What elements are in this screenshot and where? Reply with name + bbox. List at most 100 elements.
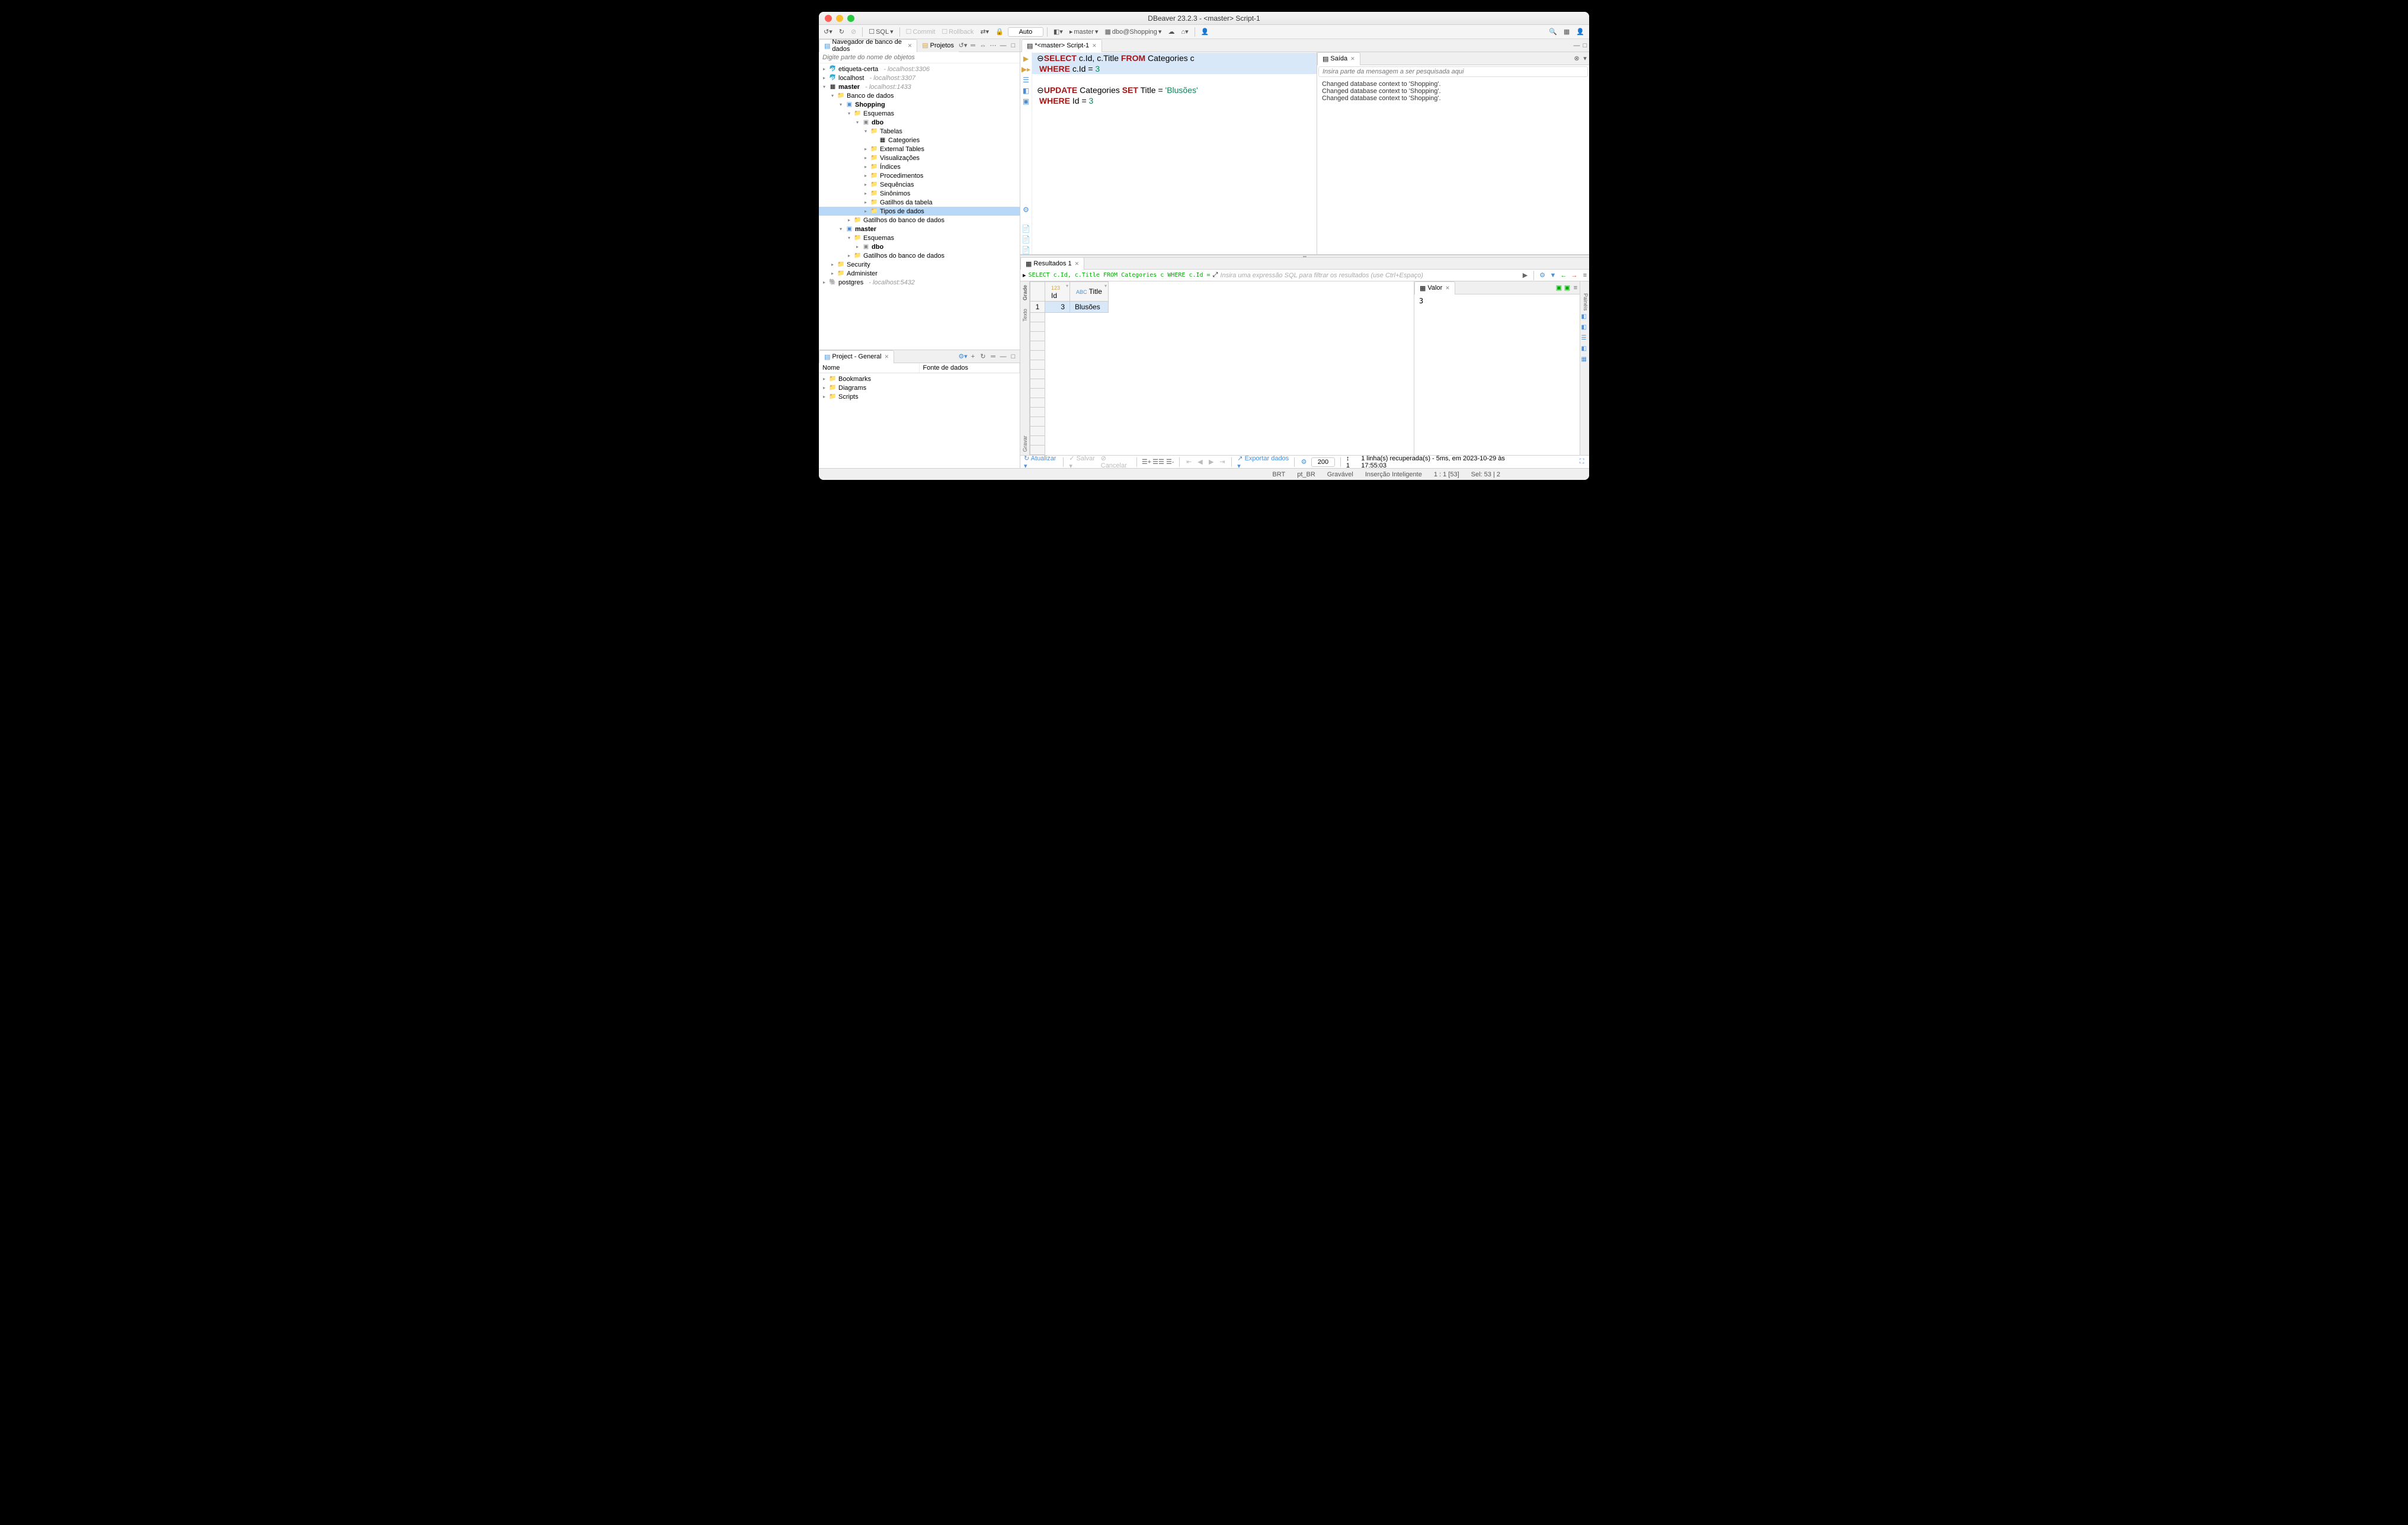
- rownum-header[interactable]: [1030, 282, 1045, 302]
- filter-icon[interactable]: ▼: [1549, 271, 1557, 280]
- close-icon[interactable]: ✕: [1445, 285, 1450, 291]
- chevron-down-icon[interactable]: ▾: [1581, 55, 1589, 63]
- table-row[interactable]: 1 3 Blusões: [1030, 302, 1109, 313]
- tree-item-master2[interactable]: ▾▣master: [819, 225, 1020, 233]
- sql-editor[interactable]: ⊖SELECT c.Id, c.Title FROM Categories c …: [1032, 52, 1317, 254]
- tree-item-synonyms[interactable]: ▸📁Sinônimos: [819, 189, 1020, 198]
- tree-item-shopping[interactable]: ▾▣Shopping: [819, 100, 1020, 109]
- close-icon[interactable]: ✕: [1350, 56, 1355, 62]
- run-icon[interactable]: ▶: [1023, 55, 1029, 63]
- sql-button[interactable]: ☐ SQL ▾: [866, 27, 895, 37]
- col-title[interactable]: ABC Title▾: [1070, 282, 1109, 302]
- nav-fwd-button[interactable]: ↻: [837, 27, 847, 37]
- tree-item-localhost[interactable]: ▸🐬localhost - localhost:3307: [819, 73, 1020, 82]
- filter-placeholder[interactable]: Insira uma expressão SQL para filtrar os…: [1220, 272, 1519, 279]
- add-icon[interactable]: +: [969, 353, 977, 361]
- tree-item-administer[interactable]: ▸📁Administer: [819, 269, 1020, 278]
- edit-icon[interactable]: ▣: [1563, 284, 1571, 292]
- commit-mode-input[interactable]: [1008, 27, 1043, 37]
- next-icon[interactable]: ▶: [1208, 458, 1215, 466]
- paineis-label[interactable]: Painéis: [1581, 293, 1589, 300]
- cancel-button[interactable]: ⊘ Cancelar: [1101, 454, 1131, 468]
- tree-item-procs[interactable]: ▸📁Procedimentos: [819, 171, 1020, 180]
- col-name[interactable]: Nome: [819, 363, 920, 373]
- txn-button[interactable]: ⇄▾: [978, 27, 991, 37]
- menu-icon[interactable]: ⋯: [989, 41, 997, 50]
- tab-gravar[interactable]: Gravar: [1022, 435, 1028, 452]
- close-icon[interactable]: [825, 15, 832, 22]
- save-icon[interactable]: ▣: [1555, 284, 1563, 292]
- col-id[interactable]: 123 Id▾: [1045, 282, 1070, 302]
- tree-item-db-triggers2[interactable]: ▸📁Gatilhos do banco de dados: [819, 251, 1020, 260]
- search-button[interactable]: 🔍: [1546, 27, 1560, 37]
- tab-projects[interactable]: ▤ Projetos: [917, 39, 959, 52]
- cloud-button[interactable]: ☁: [1165, 27, 1177, 37]
- minimize-icon[interactable]: —: [999, 353, 1007, 361]
- panel-icon[interactable]: ▦: [1581, 356, 1589, 363]
- perspective-button[interactable]: ▦: [1561, 27, 1572, 37]
- tree-item-categories[interactable]: ▦Categories: [819, 136, 1020, 145]
- export-button[interactable]: ↗ Exportar dados ▾: [1237, 454, 1289, 469]
- avatar-button[interactable]: 👤: [1574, 27, 1587, 37]
- project-scripts[interactable]: ▸📁Scripts: [819, 392, 1020, 401]
- maximize-icon[interactable]: □: [1581, 41, 1589, 50]
- lock-button[interactable]: 🔒: [993, 27, 1006, 37]
- clear-icon[interactable]: ⊗: [1573, 55, 1581, 63]
- close-icon[interactable]: ✕: [1075, 261, 1080, 267]
- tab-navigator[interactable]: ▤ Navegador de banco de dados ✕: [819, 39, 917, 52]
- tree-item-postgres[interactable]: ▸🐘postgres - localhost:5432: [819, 278, 1020, 287]
- more-icon[interactable]: ≡: [1571, 284, 1580, 292]
- tree-item-indices[interactable]: ▸📁Índices: [819, 162, 1020, 171]
- tree-item-bancos[interactable]: ▾📁Banco de dados: [819, 91, 1020, 100]
- conn-select[interactable]: ▸ master ▾: [1067, 27, 1101, 37]
- stop-button[interactable]: ⊘: [848, 27, 859, 37]
- panel-icon[interactable]: ◧: [1581, 313, 1589, 321]
- maximize-icon[interactable]: □: [1009, 353, 1017, 361]
- rownum-cell[interactable]: 1: [1030, 302, 1045, 313]
- project-diagrams[interactable]: ▸📁Diagrams: [819, 383, 1020, 392]
- expand-icon[interactable]: ⤢: [1213, 271, 1218, 279]
- doc-icon[interactable]: 📄: [1022, 225, 1030, 233]
- tree-item-esquemas2[interactable]: ▾📁Esquemas: [819, 233, 1020, 242]
- tree-item-seqs[interactable]: ▸📁Sequências: [819, 180, 1020, 189]
- maximize-icon[interactable]: □: [1009, 41, 1017, 50]
- conn-type-button[interactable]: ◧▾: [1051, 27, 1065, 37]
- save-button[interactable]: ✓ Salvar ▾: [1069, 454, 1097, 469]
- tree-item-datatypes[interactable]: ▸📁Tipos de dados: [819, 207, 1020, 216]
- gear-icon[interactable]: ⚙▾: [959, 353, 967, 361]
- tree-item-master[interactable]: ▾▦master - localhost:1433: [819, 82, 1020, 91]
- maximize-icon[interactable]: [847, 15, 854, 22]
- tab-script[interactable]: ▤ *<master> Script-1 ✕: [1022, 39, 1102, 52]
- refresh-icon[interactable]: ↺▾: [959, 41, 967, 50]
- minimize-icon[interactable]: [836, 15, 843, 22]
- maximize-icon[interactable]: ⛶: [1578, 458, 1586, 466]
- collapse-icon[interactable]: ═: [969, 41, 977, 50]
- nav-back-button[interactable]: ↺▾: [821, 27, 835, 37]
- tab-output[interactable]: ▤ Saída ✕: [1317, 52, 1360, 65]
- gear-icon[interactable]: ⚙: [1023, 206, 1029, 214]
- tab-texto[interactable]: Texto: [1022, 309, 1028, 322]
- close-icon[interactable]: ✕: [1092, 43, 1097, 49]
- col-source[interactable]: Fonte de dados: [920, 363, 1020, 373]
- apply-filter-icon[interactable]: ▶: [1521, 271, 1529, 280]
- tree-filter-input[interactable]: [819, 52, 1020, 63]
- value-content[interactable]: 3: [1414, 294, 1580, 307]
- tab-grade[interactable]: Grade: [1022, 285, 1028, 300]
- commit-button[interactable]: ☐ Commit: [904, 27, 938, 37]
- output-search-input[interactable]: [1318, 66, 1588, 77]
- collapse-icon[interactable]: ═: [989, 353, 997, 361]
- panel-icon[interactable]: ◧: [1581, 345, 1589, 353]
- tab-value[interactable]: ▦ Valor ✕: [1414, 281, 1455, 294]
- del-row-icon[interactable]: ☰-: [1166, 458, 1174, 466]
- tree-item-ext-tables[interactable]: ▸📁External Tables: [819, 145, 1020, 153]
- explain-icon[interactable]: ☰: [1023, 76, 1029, 84]
- refresh-icon[interactable]: ↻: [979, 353, 987, 361]
- minimize-icon[interactable]: —: [999, 41, 1007, 50]
- rows-input[interactable]: [1311, 457, 1335, 467]
- plan-icon[interactable]: ◧: [1023, 86, 1029, 95]
- close-icon[interactable]: ✕: [908, 43, 912, 49]
- menu-icon[interactable]: ≡: [1581, 271, 1589, 280]
- tree-item-views[interactable]: ▸📁Visualizações: [819, 153, 1020, 162]
- minimize-icon[interactable]: —: [1573, 41, 1581, 50]
- add-row-icon[interactable]: ☰+: [1142, 458, 1151, 466]
